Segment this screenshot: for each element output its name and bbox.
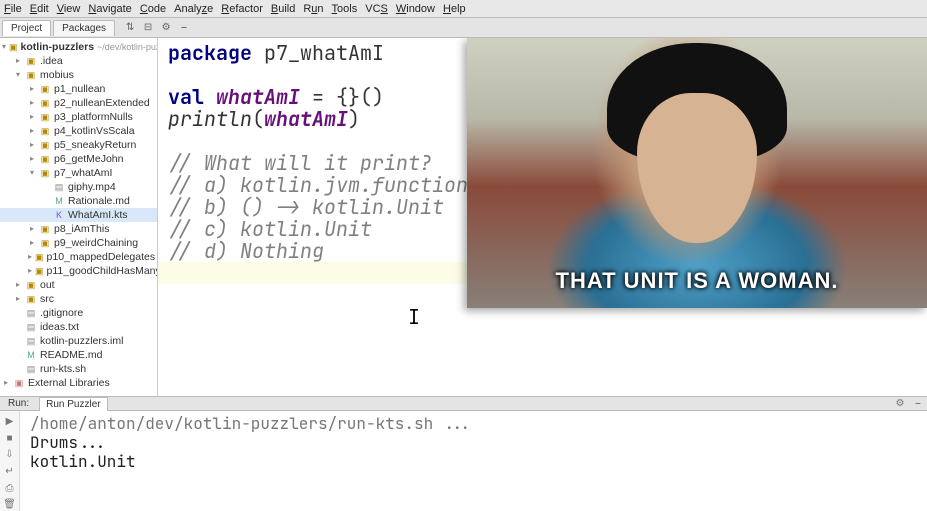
menu-code[interactable]: Code <box>140 3 166 15</box>
console-output[interactable]: /home/anton/dev/kotlin-puzzlers/run-kts.… <box>20 411 927 511</box>
tool-tab-project[interactable]: Project <box>2 20 51 36</box>
tree-p7-rationale[interactable]: MRationale.md <box>0 194 157 208</box>
main-split: ▾▣ kotlin-puzzlers ~/dev/kotlin-puzzlers… <box>0 38 927 396</box>
menu-help[interactable]: Help <box>443 3 466 15</box>
menu-vcs[interactable]: VCS <box>365 3 388 15</box>
menu-window[interactable]: Window <box>396 3 435 15</box>
tree-root[interactable]: ▾▣ kotlin-puzzlers ~/dev/kotlin-puzzlers <box>0 40 157 54</box>
tree-iml[interactable]: ▤kotlin-puzzlers.iml <box>0 334 157 348</box>
tree-p2[interactable]: ▸▣p2_nulleanExtended <box>0 96 157 110</box>
console-gutter: ▶ ■ ⇩ ↵ ⎙ 🗑 <box>0 411 20 511</box>
rerun-icon[interactable]: ▶ <box>3 415 17 428</box>
menu-build[interactable]: Build <box>271 3 295 15</box>
tree-p11[interactable]: ▸▣p11_goodChildHasManyNames <box>0 264 157 278</box>
project-tree[interactable]: ▾▣ kotlin-puzzlers ~/dev/kotlin-puzzlers… <box>0 38 158 396</box>
video-overlay: THAT UNIT IS A WOMAN. <box>467 38 927 308</box>
tool-icons: ⇅ ⊟ ⚙ ⎯ <box>123 21 191 35</box>
tree-root-path: ~/dev/kotlin-puzzlers <box>97 40 158 54</box>
tool-tab-row: Project Packages ⇅ ⊟ ⚙ ⎯ <box>0 18 927 38</box>
code-comment-5: // d) Nothing <box>168 238 324 264</box>
menu-refactor[interactable]: Refactor <box>221 3 263 15</box>
tree-p8[interactable]: ▸▣p8_iAmThis <box>0 222 157 236</box>
sort-icon[interactable]: ⇅ <box>123 21 137 35</box>
hide-icon[interactable]: ⎯ <box>177 21 191 35</box>
tree-p4[interactable]: ▸▣p4_kotlinVsScala <box>0 124 157 138</box>
tree-p7[interactable]: ▾▣p7_whatAmI <box>0 166 157 180</box>
video-subtitle: THAT UNIT IS A WOMAN. <box>467 268 927 294</box>
console-line-1: /home/anton/dev/kotlin-puzzlers/run-kts.… <box>30 413 472 434</box>
tool-tab-packages[interactable]: Packages <box>53 20 115 36</box>
tree-out[interactable]: ▸▣out <box>0 278 157 292</box>
tree-p1[interactable]: ▸▣p1_nullean <box>0 82 157 96</box>
run-tab-runpuzzler[interactable]: Run Puzzler <box>39 397 107 411</box>
trash-icon[interactable]: 🗑 <box>3 498 17 511</box>
code-caret: I <box>168 304 420 330</box>
tree-src[interactable]: ▸▣src <box>0 292 157 306</box>
menu-bar: FFileile Edit View Navigate Code Analyze… <box>0 0 927 18</box>
console-panel: ▶ ■ ⇩ ↵ ⎙ 🗑 /home/anton/dev/kotlin-puzzl… <box>0 411 927 511</box>
tree-p3[interactable]: ▸▣p3_platformNulls <box>0 110 157 124</box>
console-line-2: Drums... <box>30 432 107 453</box>
menu-file[interactable]: FFileile <box>4 3 22 15</box>
menu-tools[interactable]: Tools <box>332 3 358 15</box>
tree-p6[interactable]: ▸▣p6_getMeJohn <box>0 152 157 166</box>
code-package-name: p7_whatAmI <box>252 40 384 66</box>
tree-p7-giphy[interactable]: ▤giphy.mp4 <box>0 180 157 194</box>
tree-gitignore[interactable]: ▤.gitignore <box>0 306 157 320</box>
gear-icon[interactable]: ⚙ <box>159 21 173 35</box>
code-fn-println: println <box>168 106 252 132</box>
menu-edit[interactable]: Edit <box>30 3 49 15</box>
menu-view[interactable]: View <box>57 3 81 15</box>
code-arg-whatami: whatAmI <box>264 106 348 132</box>
tree-ideas[interactable]: ▤ideas.txt <box>0 320 157 334</box>
collapse-icon[interactable]: ⊟ <box>141 21 155 35</box>
tree-p7-whatami[interactable]: KWhatAmI.kts <box>0 208 157 222</box>
run-tab-strip: Run: Run Puzzler ⚙ ⎯ <box>0 396 927 411</box>
menu-run[interactable]: Run <box>303 3 323 15</box>
run-minimize-icon[interactable]: ⎯ <box>911 398 925 409</box>
wrap-icon[interactable]: ↵ <box>3 465 17 478</box>
console-line-3: kotlin.Unit <box>30 451 136 472</box>
run-label: Run: <box>2 397 35 410</box>
menu-navigate[interactable]: Navigate <box>88 3 131 15</box>
tree-mobius[interactable]: ▾▣mobius <box>0 68 157 82</box>
tree-readme[interactable]: MREADME.md <box>0 348 157 362</box>
tree-p5[interactable]: ▸▣p5_sneakyReturn <box>0 138 157 152</box>
menu-analyze[interactable]: Analyze <box>174 3 213 15</box>
run-settings-icon[interactable]: ⚙ <box>893 398 907 409</box>
tree-runkts[interactable]: ▤run-kts.sh <box>0 362 157 376</box>
tree-p10[interactable]: ▸▣p10_mappedDelegates <box>0 250 157 264</box>
tree-root-label: kotlin-puzzlers <box>21 40 95 54</box>
code-kw-package: package <box>168 40 252 66</box>
tree-extlib[interactable]: ▸▣External Libraries <box>0 376 157 390</box>
tree-p9[interactable]: ▸▣p9_weirdChaining <box>0 236 157 250</box>
stop-icon[interactable]: ■ <box>3 432 17 445</box>
scroll-icon[interactable]: ⇩ <box>3 448 17 461</box>
editor[interactable]: package p7_whatAmI val whatAmI = {}() pr… <box>158 38 927 396</box>
print-icon[interactable]: ⎙ <box>3 482 17 495</box>
tree-idea[interactable]: ▸▣.idea <box>0 54 157 68</box>
